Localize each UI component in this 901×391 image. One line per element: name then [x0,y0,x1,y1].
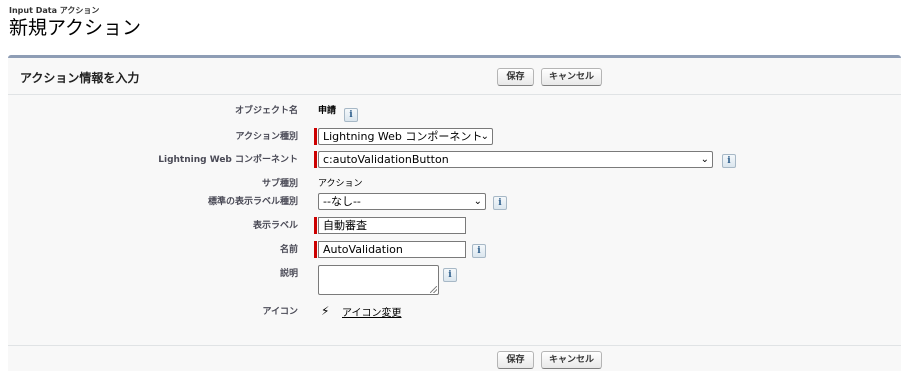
lwc-select[interactable]: c:autoValidationButton ⌄ [318,151,713,168]
action-type-selected: Lightning Web コンポーネント [323,130,483,143]
standard-label-type-info-icon[interactable]: i [493,196,507,210]
change-icon-link[interactable]: アイコン変更 [342,304,402,319]
name-info-icon[interactable]: i [472,244,486,258]
object-name-value: 申請 [318,106,337,116]
description-info-icon[interactable]: i [443,268,457,282]
cancel-button-top[interactable]: キャンセル [541,68,602,86]
page-title: 新規アクション [9,17,142,39]
action-type-label: アクション種別 [235,132,298,142]
lwc-selected: c:autoValidationButton [323,153,449,166]
lwc-label: Lightning Web コンポーネント [158,155,298,165]
subtype-label: サブ種別 [261,179,298,189]
object-name-label: オブジェクト名 [234,106,298,116]
chevron-down-icon: ⌄ [480,131,489,142]
chevron-down-icon: ⌄ [700,154,709,165]
name-label: 名前 [279,245,298,255]
standard-label-type-select[interactable]: --なし-- ⌄ [318,193,486,210]
display-label-label: 表示ラベル [252,221,298,231]
section-title: アクション情報を入力 [20,71,140,85]
save-button-bottom[interactable]: 保存 [497,351,534,369]
lwc-info-icon[interactable]: i [722,154,736,168]
lightning-bolt-icon: ⚡ [321,304,330,318]
description-label: 説明 [279,269,298,279]
action-form-panel: アクション情報を入力 保存 キャンセル 保存 キャンセル [8,55,901,371]
subtype-value: アクション [318,179,363,189]
cancel-button-bottom[interactable]: キャンセル [541,351,602,369]
panel-footer: 保存 キャンセル [8,345,901,374]
standard-label-type-label: 標準の表示ラベル種別 [207,197,298,207]
icon-label: アイコン [262,307,298,317]
display-label-required-marker [314,217,317,234]
page-subtitle: Input Data アクション [9,6,100,15]
resize-grip-icon[interactable] [430,286,437,293]
lwc-required-marker [314,151,317,168]
action-type-select[interactable]: Lightning Web コンポーネント ⌄ [318,128,493,145]
object-name-info-icon[interactable]: i [344,108,358,122]
display-label-input[interactable]: 自動審査 [318,217,466,234]
standard-label-type-selected: --なし-- [323,195,361,208]
chevron-down-icon: ⌄ [473,196,482,207]
action-type-required-marker [314,128,317,145]
name-required-marker [314,241,317,258]
page-header: Input Data アクション 新規アクション [9,6,141,39]
description-textarea[interactable] [318,265,439,295]
panel-header: アクション情報を入力 保存 キャンセル [8,58,901,95]
name-input[interactable]: AutoValidation [318,241,466,258]
save-button-top[interactable]: 保存 [497,68,534,86]
